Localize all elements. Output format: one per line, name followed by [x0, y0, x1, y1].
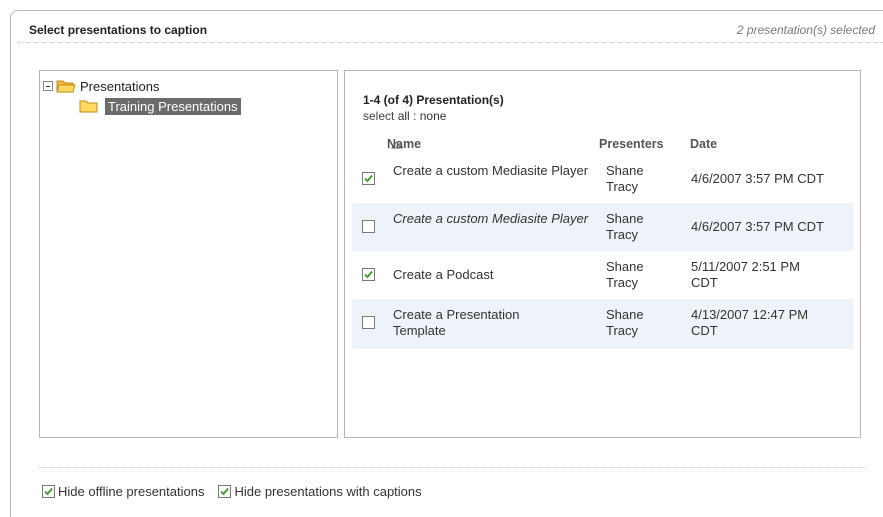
presentation-name: Create a custom Mediasite Player [393, 163, 589, 178]
presentation-date: 4/6/2007 3:57 PM CDT [691, 219, 824, 234]
hide-captioned-label[interactable]: Hide presentations with captions [234, 484, 421, 499]
table-row[interactable]: Create a Presentation Template Shane Tra… [352, 299, 854, 349]
tree-label-presentations: Presentations [80, 78, 160, 94]
checkmark-icon [220, 487, 230, 495]
presenter-name: Shane Tracy [606, 163, 644, 194]
presentation-date: 4/13/2007 12:47 PM CDT [691, 307, 809, 338]
column-header-presenters[interactable]: Presenters [599, 137, 664, 151]
hide-offline-label[interactable]: Hide offline presentations [58, 484, 204, 499]
checkmark-icon [364, 174, 373, 183]
result-range: 1-4 (of 4) Presentation(s) [363, 93, 504, 107]
presentation-date: 5/11/2007 2:51 PM CDT [691, 259, 800, 290]
tree-node-training-presentations[interactable]: Training Presentations [79, 96, 241, 116]
row-checkbox[interactable] [362, 316, 375, 329]
selected-count: 2 presentation(s) selected [736, 23, 875, 37]
presentation-list: 1-4 (of 4) Presentation(s) select all : … [344, 70, 861, 438]
row-checkbox[interactable] [362, 268, 375, 281]
presentation-date: 4/6/2007 3:57 PM CDT [691, 171, 824, 186]
select-all-link[interactable]: all [398, 109, 410, 123]
column-header-date[interactable]: Date [690, 137, 717, 151]
presenter-name: Shane Tracy [606, 259, 644, 290]
table-row[interactable]: Create a custom Mediasite Player Shane T… [352, 155, 854, 203]
footer-divider [39, 467, 866, 468]
presentation-name: Create a custom Mediasite Player [393, 211, 589, 226]
select-none-link[interactable]: none [420, 109, 447, 123]
presentation-name: Create a Presentation Template [393, 307, 520, 338]
column-header-name[interactable]: Name [387, 137, 421, 151]
folder-open-icon [56, 80, 76, 93]
presenter-name: Shane Tracy [606, 307, 644, 338]
table-row[interactable]: Create a Podcast Shane Tracy 5/11/2007 2… [352, 251, 854, 299]
column-headers: Name Presenters Date [345, 137, 862, 155]
panel-title: Select presentations to caption [29, 23, 208, 37]
select-controls: select all : none [363, 109, 446, 123]
presentation-rows: Create a custom Mediasite Player Shane T… [352, 155, 854, 349]
table-row[interactable]: Create a custom Mediasite Player Shane T… [352, 203, 854, 251]
filter-options: Hide offline presentations Hide presenta… [42, 482, 436, 500]
checkmark-icon [364, 270, 373, 279]
panel-header: Select presentations to caption 2 presen… [17, 13, 883, 43]
select-prefix: select [363, 109, 398, 123]
row-checkbox[interactable] [362, 220, 375, 233]
checkmark-icon [44, 487, 53, 495]
select-separator: : [409, 109, 420, 123]
presenter-name: Shane Tracy [606, 211, 644, 242]
folder-icon [79, 100, 98, 113]
hide-offline-checkbox[interactable] [42, 484, 55, 498]
tree-label-training-presentations[interactable]: Training Presentations [105, 97, 241, 115]
presentation-name: Create a Podcast [393, 267, 494, 282]
column-name-label: Name [387, 137, 422, 151]
folder-tree: Presentations Training Presentations [39, 70, 338, 438]
hide-captioned-checkbox[interactable] [218, 484, 232, 498]
row-checkbox[interactable] [362, 172, 375, 185]
tree-node-presentations[interactable]: Presentations [43, 76, 160, 96]
collapse-icon[interactable] [43, 81, 53, 91]
